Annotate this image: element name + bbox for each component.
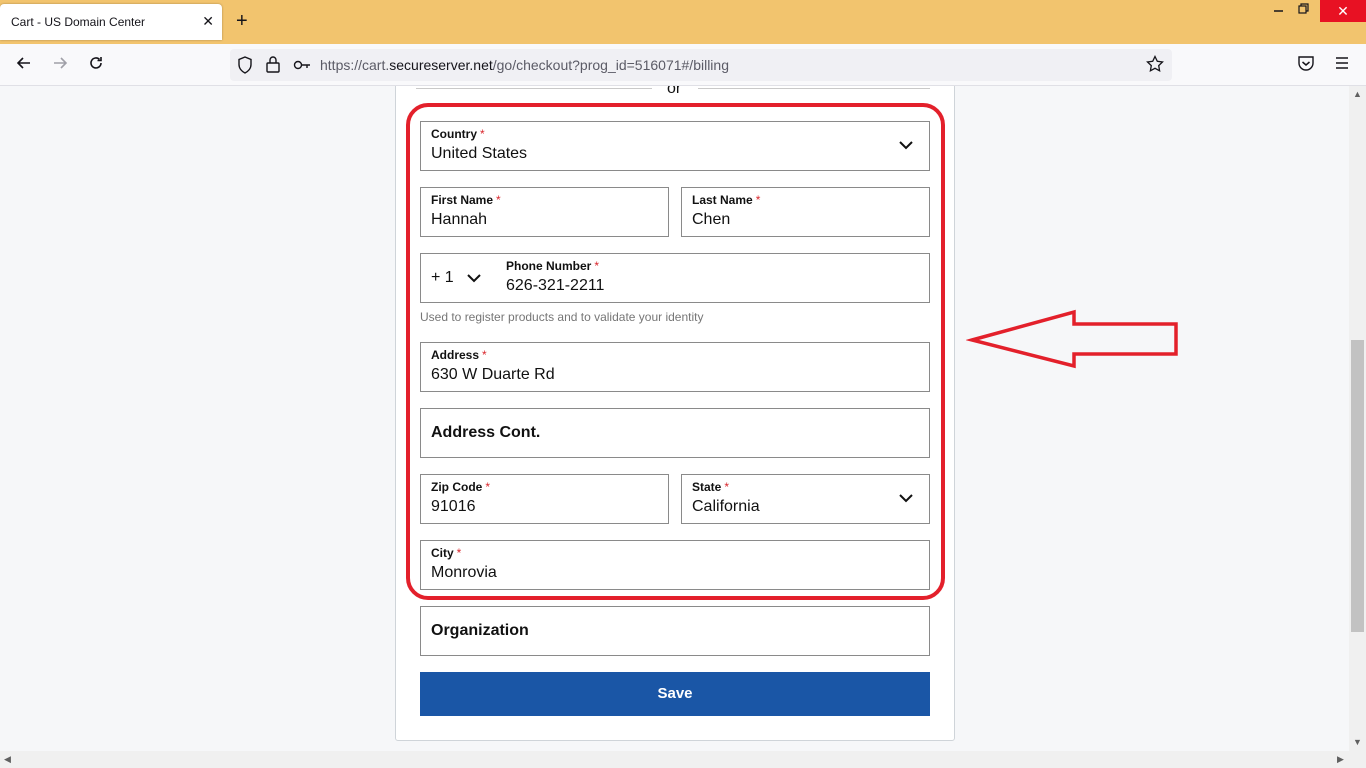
divider-line-right [698,88,930,89]
horizontal-scrollbar[interactable]: ◀ ▶ [0,751,1366,768]
pocket-icon[interactable] [1295,54,1317,76]
bookmark-star-icon[interactable] [1146,54,1164,79]
arrow-annotation-icon [966,309,1178,369]
address-bar[interactable]: https://cart.secureserver.net/go/checkou… [230,49,1172,81]
tab-close-icon[interactable]: ✕ [202,13,214,29]
window-close-icon[interactable]: ✕ [1320,0,1366,22]
menu-icon[interactable] [1331,54,1353,76]
tab-title: Cart - US Domain Center [11,15,146,29]
browser-tab[interactable]: Cart - US Domain Center ✕ [0,4,222,40]
navigation-toolbar: https://cart.secureserver.net/go/checkou… [0,44,1366,86]
organization-placeholder: Organization [431,622,529,639]
vertical-scroll-thumb[interactable] [1351,340,1364,632]
highlight-rectangle [406,103,945,600]
scroll-left-icon[interactable]: ◀ [4,754,11,765]
restore-icon[interactable] [1298,2,1310,19]
divider-or-text: or [667,86,682,97]
url-text[interactable]: https://cart.secureserver.net/go/checkou… [320,57,729,73]
forward-icon[interactable] [49,54,71,76]
shield-icon[interactable] [236,55,254,81]
save-button[interactable]: Save [420,672,930,716]
key-icon[interactable] [292,55,312,81]
vertical-scrollbar[interactable]: ▲ ▼ [1349,86,1366,751]
new-tab-icon[interactable]: + [236,11,248,31]
lock-icon[interactable] [265,55,281,81]
back-icon[interactable] [13,54,35,76]
minimize-icon[interactable] [1274,2,1284,19]
reload-icon[interactable] [85,54,107,76]
divider-line-left [416,88,652,89]
scroll-up-icon[interactable]: ▲ [1353,89,1362,99]
scroll-down-icon[interactable]: ▼ [1353,737,1362,747]
organization-field[interactable]: Organization [420,606,930,656]
browser-tab-bar: Cart - US Domain Center ✕ + ✕ [0,0,1366,44]
scroll-right-icon[interactable]: ▶ [1337,754,1344,765]
page-content: or Country * United States First Name * Ha… [0,86,1349,751]
